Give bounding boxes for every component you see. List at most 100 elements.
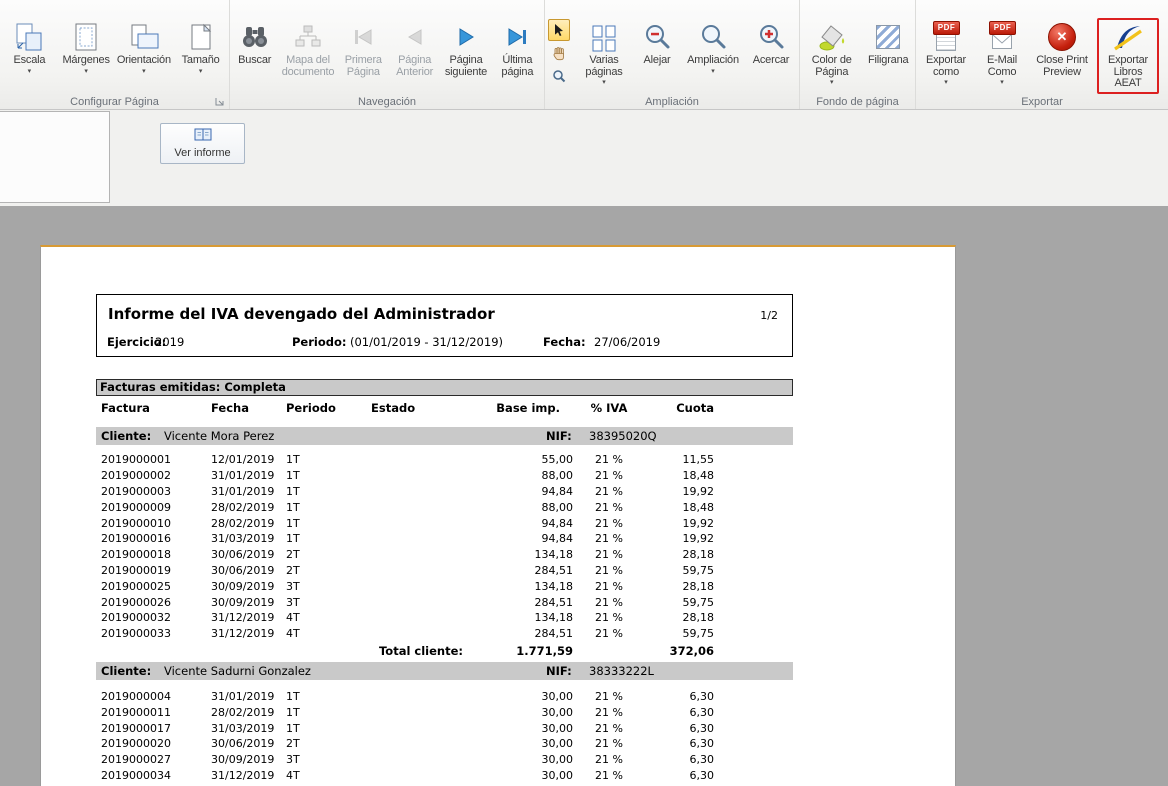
invoice-row: 201900000231/01/20191T88,0021 %18,48 (96, 468, 793, 484)
exportar-como-button[interactable]: PDF Exportar como ▾ (918, 18, 974, 94)
cell-cuota: 6,30 (645, 722, 714, 735)
cell-factura: 2019000009 (96, 501, 211, 514)
document-preview-area[interactable]: Informe del IVA devengado del Administra… (0, 206, 1168, 786)
ribbon-group-ampliacion: Varias páginas ▾ Alejar Ampliación ▾ (545, 0, 800, 109)
select-tool-button[interactable] (548, 19, 570, 41)
cell-factura: 2019000016 (96, 532, 211, 545)
acercar-button[interactable]: Acercar (745, 18, 797, 94)
cell-factura: 2019000033 (96, 627, 211, 640)
tamano-icon (186, 20, 216, 54)
orientacion-icon (129, 20, 159, 54)
email-como-button[interactable]: PDF E-Mail Como ▾ (977, 18, 1027, 94)
cell-periodo: 3T (286, 596, 371, 609)
cell-periodo: 1T (286, 517, 371, 530)
buscar-button[interactable]: Buscar (232, 18, 277, 94)
client-group: Cliente: Vicente Sadurni Gonzalez NIF: 3… (96, 662, 793, 786)
escala-icon (14, 20, 44, 54)
primera-pagina-button[interactable]: Primera Página (339, 18, 388, 94)
invoice-row: 201900002030/06/20192T30,0021 %6,30 (96, 736, 793, 752)
col-iva: % IVA (573, 401, 645, 415)
cell-cuota: 28,18 (645, 580, 714, 593)
cell-cuota: 19,92 (645, 532, 714, 545)
mapa-documento-button[interactable]: Mapa del documento (279, 18, 336, 94)
zoom-tool-button[interactable] (548, 65, 570, 87)
filigrana-button[interactable]: Filigrana (863, 18, 913, 94)
group-label-configurar-pagina: Configurar Página (2, 94, 227, 109)
ribbon-group-exportar: PDF Exportar como ▾ PDF E-Mail Como ▾ ✕ (916, 0, 1168, 109)
chevron-down-icon: ▾ (142, 68, 146, 75)
cell-base-imp: 88,00 (471, 501, 573, 514)
tamano-label: Tamaño (182, 55, 220, 67)
cell-cuota: 6,30 (645, 769, 714, 782)
report-page: Informe del IVA devengado del Administra… (40, 245, 956, 786)
orientacion-button[interactable]: Orientación ▾ (116, 18, 173, 94)
ver-informe-button[interactable]: Ver informe (160, 123, 245, 164)
pan-tool-button[interactable] (548, 42, 570, 64)
exportar-libros-aeat-button[interactable]: Exportar Libros AEAT (1097, 18, 1159, 94)
cell-fecha: 30/09/2019 (211, 580, 286, 593)
group-label-ampliacion: Ampliación (547, 94, 797, 109)
ribbon: Escala ▾ Márgenes ▾ Orientación ▾ (0, 0, 1168, 110)
paint-bucket-icon (817, 20, 847, 54)
invoice-row: 201900000431/01/20191T30,0021 %6,30 (96, 689, 793, 705)
cell-factura: 2019000004 (96, 690, 211, 703)
cell-periodo: 1T (286, 690, 371, 703)
pagina-siguiente-label: Página siguiente (441, 55, 490, 78)
cell-base-imp: 30,00 (471, 722, 573, 735)
chevron-down-icon: ▾ (711, 68, 715, 75)
margenes-icon (71, 20, 101, 54)
dialog-launcher-icon[interactable] (215, 97, 225, 107)
col-fecha: Fecha (211, 401, 286, 415)
col-estado: Estado (371, 401, 471, 415)
primera-pagina-label: Primera Página (339, 55, 388, 78)
cell-factura: 2019000025 (96, 580, 211, 593)
cell-periodo: 1T (286, 706, 371, 719)
col-factura: Factura (96, 401, 211, 415)
app-window: Escala ▾ Márgenes ▾ Orientación ▾ (0, 0, 1168, 786)
varias-paginas-button[interactable]: Varias páginas ▾ (577, 18, 631, 94)
cell-cuota: 18,48 (645, 469, 714, 482)
margenes-button[interactable]: Márgenes ▾ (59, 18, 114, 94)
multiple-pages-icon (589, 20, 619, 54)
cell-iva: 21 % (573, 453, 645, 466)
orientacion-label: Orientación (117, 55, 171, 67)
tamano-button[interactable]: Tamaño ▾ (174, 18, 227, 94)
cell-iva: 21 % (573, 532, 645, 545)
close-print-preview-label: Close Print Preview (1030, 55, 1094, 78)
cell-cuota: 11,55 (645, 453, 714, 466)
group-label-fondo-pagina: Fondo de página (802, 94, 913, 109)
alejar-button[interactable]: Alejar (633, 18, 681, 94)
cell-periodo: 3T (286, 580, 371, 593)
client-group: Cliente: Vicente Mora Perez NIF: 3839502… (96, 427, 793, 659)
document-map-icon (293, 20, 323, 54)
invoice-rows: 201900000431/01/20191T30,0021 %6,3020190… (96, 689, 793, 784)
ampliacion-button[interactable]: Ampliación ▾ (683, 18, 743, 94)
escala-label: Escala (13, 55, 45, 67)
ver-informe-label: Ver informe (174, 147, 230, 159)
cell-base-imp: 30,00 (471, 690, 573, 703)
cell-iva: 21 % (573, 753, 645, 766)
collapsed-panel (0, 111, 110, 203)
cell-periodo: 2T (286, 548, 371, 561)
ribbon-group-fondo-pagina: Color de Página ▾ Filigrana Fondo de pág… (800, 0, 916, 109)
hand-icon (552, 46, 567, 61)
invoice-row: 201900003231/12/20194T134,1821 %28,18 (96, 610, 793, 626)
cell-fecha: 30/09/2019 (211, 596, 286, 609)
margenes-label: Márgenes (62, 55, 109, 67)
pagina-anterior-button[interactable]: Página Anterior (390, 18, 439, 94)
cliente-label: Cliente: (101, 662, 151, 680)
nif-value: 38333222L (589, 662, 654, 680)
cell-fecha: 31/01/2019 (211, 469, 286, 482)
binoculars-icon (240, 20, 270, 54)
pagina-siguiente-button[interactable]: Página siguiente (441, 18, 490, 94)
cell-factura: 2019000026 (96, 596, 211, 609)
cell-factura: 2019000027 (96, 753, 211, 766)
color-pagina-button[interactable]: Color de Página ▾ (802, 18, 861, 94)
escala-button[interactable]: Escala ▾ (2, 18, 57, 94)
ultima-pagina-button[interactable]: Última página (493, 18, 542, 94)
mapa-documento-label: Mapa del documento (279, 55, 336, 78)
next-page-icon (451, 20, 481, 54)
invoice-row: 201900000112/01/20191T55,0021 %11,55 (96, 452, 793, 468)
aeat-logo-icon (1113, 20, 1143, 54)
close-print-preview-button[interactable]: ✕ Close Print Preview (1030, 18, 1094, 94)
